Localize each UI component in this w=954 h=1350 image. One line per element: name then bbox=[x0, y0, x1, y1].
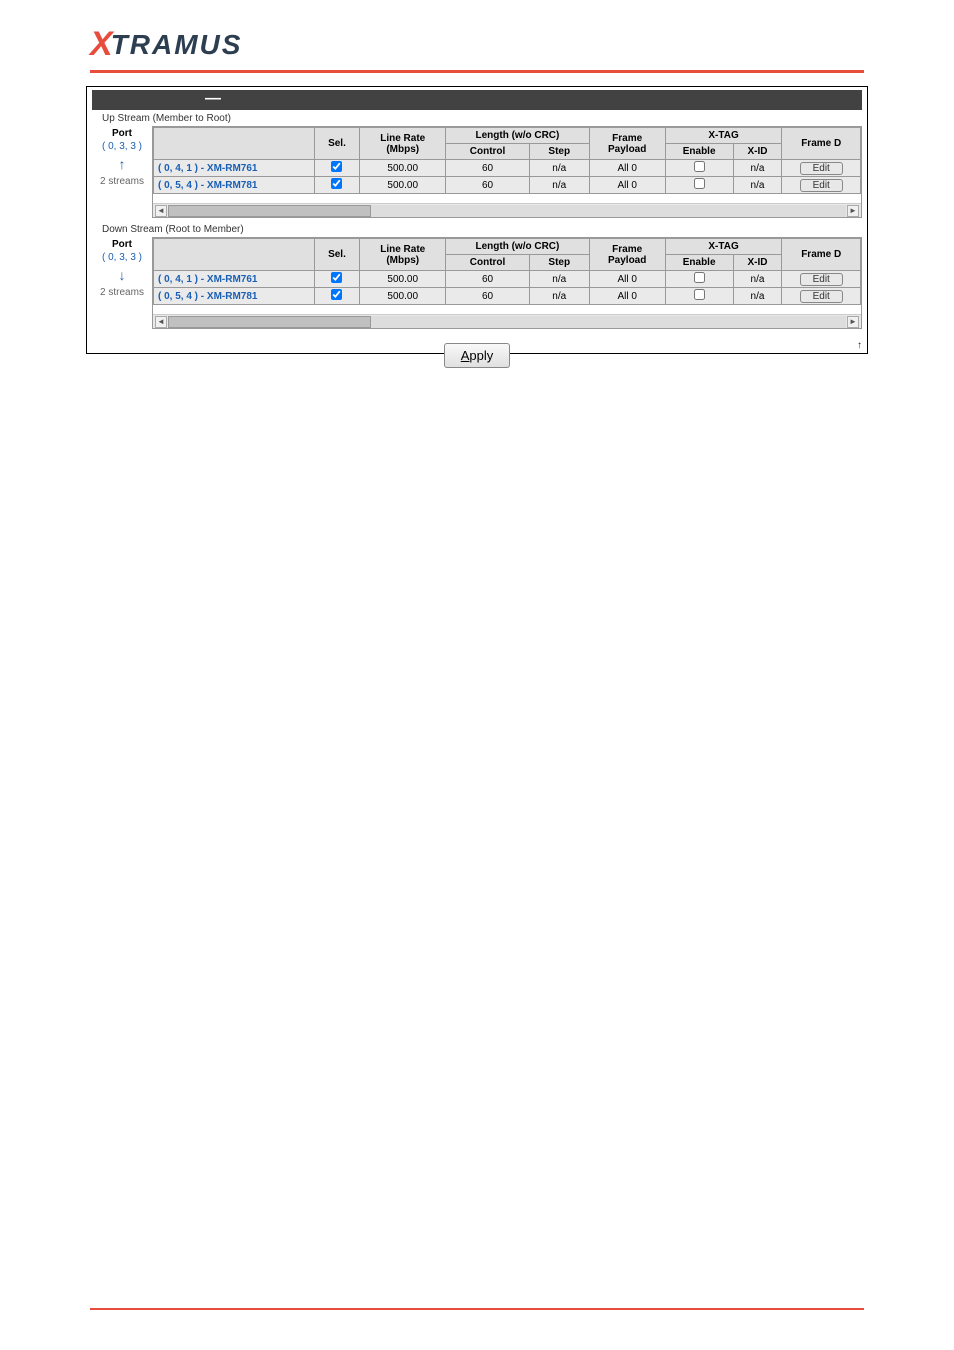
rate-cell: 500.00 bbox=[360, 271, 446, 288]
arrow-up-icon: ↑ bbox=[92, 156, 152, 172]
payload-cell: All 0 bbox=[589, 288, 665, 305]
logo-x: X bbox=[90, 25, 111, 64]
sel-checkbox[interactable] bbox=[331, 178, 342, 189]
dash-icon: — bbox=[205, 90, 221, 108]
upstream-port-col: Port ( 0, 3, 3 ) ↑ 2 streams bbox=[92, 126, 152, 187]
col-frame-payload: FramePayload bbox=[589, 128, 665, 160]
col-xtag-group: X-TAG bbox=[665, 239, 782, 255]
horizontal-scrollbar[interactable]: ◄ ► bbox=[153, 314, 861, 328]
xid-cell: n/a bbox=[733, 160, 782, 177]
horizontal-scrollbar[interactable]: ◄ ► bbox=[153, 203, 861, 217]
upstream-port-id: ( 0, 3, 3 ) bbox=[92, 141, 152, 152]
col-length-group: Length (w/o CRC) bbox=[446, 239, 589, 255]
sel-checkbox[interactable] bbox=[331, 272, 342, 283]
device-cell: ( 0, 5, 4 ) - XM-RM781 bbox=[154, 288, 315, 305]
xid-cell: n/a bbox=[733, 288, 782, 305]
scroll-left-icon[interactable]: ◄ bbox=[155, 205, 167, 217]
downstream-port-id: ( 0, 3, 3 ) bbox=[92, 252, 152, 263]
payload-cell: All 0 bbox=[589, 177, 665, 194]
control-cell: 60 bbox=[446, 271, 530, 288]
control-cell: 60 bbox=[446, 160, 530, 177]
col-frame-payload: FramePayload bbox=[589, 239, 665, 271]
scroll-track[interactable] bbox=[168, 316, 846, 328]
downstream-label: Down Stream (Root to Member) bbox=[102, 224, 862, 235]
scroll-track[interactable] bbox=[168, 205, 846, 217]
downstream-streams-count: 2 streams bbox=[92, 287, 152, 298]
col-linerate: Line Rate(Mbps) bbox=[360, 128, 446, 160]
rate-cell: 500.00 bbox=[360, 160, 446, 177]
col-control: Control bbox=[446, 144, 530, 160]
table-row: ( 0, 5, 4 ) - XM-RM781 500.00 60 n/a All… bbox=[154, 177, 861, 194]
table-row: ( 0, 4, 1 ) - XM-RM761 500.00 60 n/a All… bbox=[154, 271, 861, 288]
upstream-label: Up Stream (Member to Root) bbox=[102, 113, 862, 124]
col-frame-d: Frame D bbox=[782, 239, 861, 271]
header-divider bbox=[90, 70, 864, 73]
col-xid: X-ID bbox=[733, 144, 782, 160]
xid-cell: n/a bbox=[733, 271, 782, 288]
edit-button[interactable]: Edit bbox=[800, 162, 843, 175]
edit-button[interactable]: Edit bbox=[800, 273, 843, 286]
footer-divider bbox=[90, 1308, 864, 1310]
logo-text: TRAMUS bbox=[111, 29, 243, 61]
xtag-enable-checkbox[interactable] bbox=[694, 289, 705, 300]
xtag-enable-checkbox[interactable] bbox=[694, 178, 705, 189]
device-cell: ( 0, 4, 1 ) - XM-RM761 bbox=[154, 271, 315, 288]
step-cell: n/a bbox=[529, 177, 589, 194]
col-xid: X-ID bbox=[733, 255, 782, 271]
col-enable: Enable bbox=[665, 255, 733, 271]
port-header: Port bbox=[92, 128, 152, 139]
port-header: Port bbox=[92, 239, 152, 250]
upstream-streams-count: 2 streams bbox=[92, 176, 152, 187]
panel-title-bar: — bbox=[92, 90, 862, 110]
upstream-table: Sel. Line Rate(Mbps) Length (w/o CRC) Fr… bbox=[152, 126, 862, 218]
scroll-thumb[interactable] bbox=[168, 316, 371, 328]
apply-button[interactable]: Apply bbox=[444, 343, 511, 368]
scroll-thumb[interactable] bbox=[168, 205, 371, 217]
control-cell: 60 bbox=[446, 288, 530, 305]
col-sel: Sel. bbox=[314, 239, 360, 271]
col-linerate: Line Rate(Mbps) bbox=[360, 239, 446, 271]
col-step: Step bbox=[529, 144, 589, 160]
arrow-down-icon: ↓ bbox=[92, 267, 152, 283]
col-enable: Enable bbox=[665, 144, 733, 160]
col-length-group: Length (w/o CRC) bbox=[446, 128, 589, 144]
col-frame-d: Frame D bbox=[782, 128, 861, 160]
sel-checkbox[interactable] bbox=[331, 161, 342, 172]
rate-cell: 500.00 bbox=[360, 288, 446, 305]
col-control: Control bbox=[446, 255, 530, 271]
scroll-right-icon[interactable]: ► bbox=[847, 316, 859, 328]
edit-button[interactable]: Edit bbox=[800, 290, 843, 303]
col-step: Step bbox=[529, 255, 589, 271]
downstream-table: Sel. Line Rate(Mbps) Length (w/o CRC) Fr… bbox=[152, 237, 862, 329]
xid-cell: n/a bbox=[733, 177, 782, 194]
apply-text: pply bbox=[469, 348, 493, 363]
payload-cell: All 0 bbox=[589, 271, 665, 288]
edit-button[interactable]: Edit bbox=[800, 179, 843, 192]
step-cell: n/a bbox=[529, 160, 589, 177]
downstream-port-col: Port ( 0, 3, 3 ) ↓ 2 streams bbox=[92, 237, 152, 298]
table-row: ( 0, 5, 4 ) - XM-RM781 500.00 60 n/a All… bbox=[154, 288, 861, 305]
xtag-enable-checkbox[interactable] bbox=[694, 161, 705, 172]
sel-checkbox[interactable] bbox=[331, 289, 342, 300]
table-row: ( 0, 4, 1 ) - XM-RM761 500.00 60 n/a All… bbox=[154, 160, 861, 177]
rate-cell: 500.00 bbox=[360, 177, 446, 194]
footer-char: ↑ bbox=[857, 340, 862, 351]
logo: X TRAMUS bbox=[0, 25, 954, 64]
step-cell: n/a bbox=[529, 288, 589, 305]
xtag-enable-checkbox[interactable] bbox=[694, 272, 705, 283]
control-cell: 60 bbox=[446, 177, 530, 194]
col-xtag-group: X-TAG bbox=[665, 128, 782, 144]
device-cell: ( 0, 4, 1 ) - XM-RM761 bbox=[154, 160, 315, 177]
scroll-right-icon[interactable]: ► bbox=[847, 205, 859, 217]
step-cell: n/a bbox=[529, 271, 589, 288]
col-sel: Sel. bbox=[314, 128, 360, 160]
scroll-left-icon[interactable]: ◄ bbox=[155, 316, 167, 328]
device-cell: ( 0, 5, 4 ) - XM-RM781 bbox=[154, 177, 315, 194]
payload-cell: All 0 bbox=[589, 160, 665, 177]
